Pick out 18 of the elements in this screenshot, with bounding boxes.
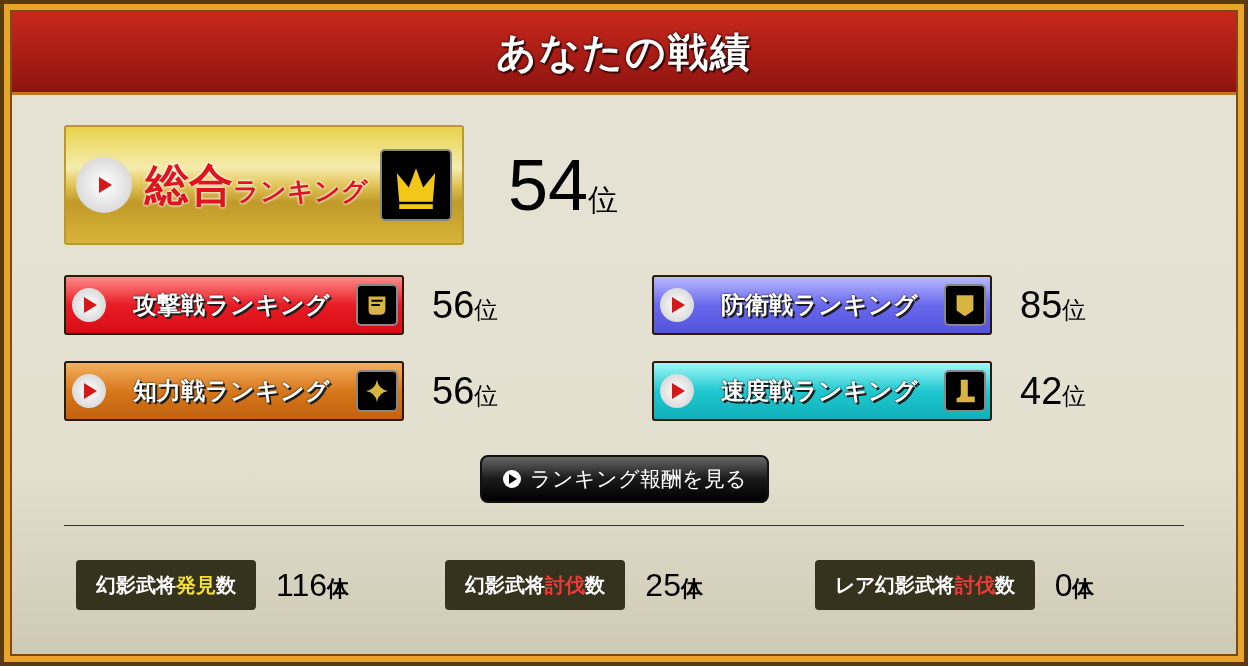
stat-label: 幻影武将討伐数	[445, 560, 626, 610]
ranking-button[interactable]: 攻撃戦ランキング	[64, 275, 404, 335]
rank-value: 56位	[432, 283, 499, 327]
rank-value: 54位	[508, 144, 619, 226]
stat-label: 幻影武将発見数	[76, 560, 256, 610]
stat-value: 0体	[1054, 566, 1095, 604]
panel-title: あなたの戦績	[496, 26, 752, 77]
overall-ranking-button[interactable]: 総合ランキング	[64, 125, 464, 245]
rank-value: 85位	[1020, 283, 1087, 327]
ranking-button[interactable]: 知力戦ランキング	[64, 361, 404, 421]
rank-value: 42位	[1020, 369, 1087, 413]
reward-button[interactable]: ランキング報酬を見る	[479, 455, 769, 503]
stat-label: レア幻影武将討伐数	[814, 560, 1035, 610]
rank-value: 56位	[432, 369, 499, 413]
stat-value: 25体	[645, 566, 703, 604]
stat-value: 116体	[276, 566, 349, 604]
ranking-button[interactable]: 防衛戦ランキング	[652, 275, 992, 335]
play-icon	[501, 469, 522, 489]
